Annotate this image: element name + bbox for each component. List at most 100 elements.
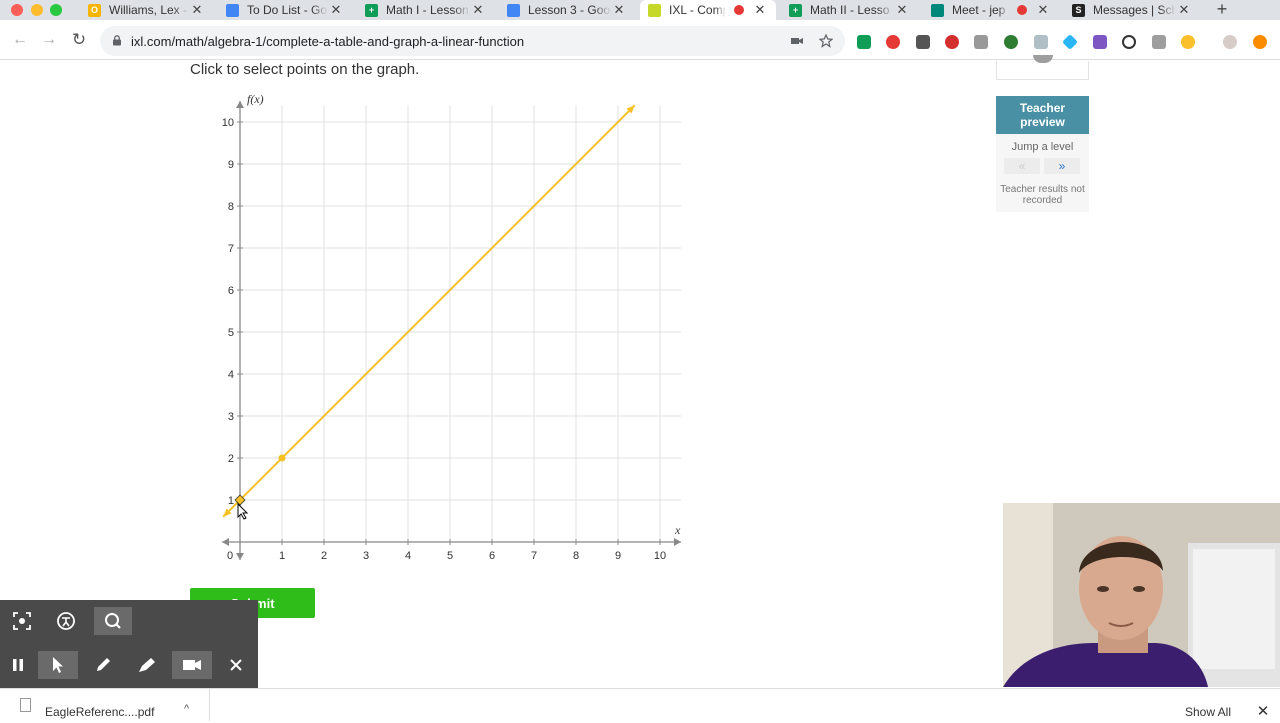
browser-tab[interactable]: To Do List - Goo ✕ bbox=[218, 0, 352, 20]
jump-prev-button[interactable]: « bbox=[1004, 158, 1040, 174]
y-axis-arrow-down-icon bbox=[236, 553, 244, 560]
x-tick-label: 1 bbox=[279, 550, 285, 562]
extension-shield-icon[interactable] bbox=[916, 35, 930, 49]
downloads-close-button[interactable]: ✕ bbox=[1254, 702, 1272, 720]
x-tick-label: 5 bbox=[447, 550, 453, 562]
score-panel-fragment bbox=[996, 55, 1089, 80]
x-tick-label: 8 bbox=[573, 550, 579, 562]
jump-level-label: Jump a level bbox=[1011, 141, 1074, 153]
y-tick-label: 4 bbox=[228, 369, 234, 381]
downloads-divider bbox=[209, 689, 210, 721]
extension-gear-icon[interactable] bbox=[945, 35, 959, 49]
extension-lock-icon[interactable] bbox=[974, 35, 988, 49]
tab-favicon-icon: + bbox=[789, 3, 802, 17]
avatar-icon bbox=[1033, 55, 1053, 63]
extension-screencastify-icon[interactable] bbox=[886, 35, 900, 49]
browser-tab[interactable]: Lesson 3 - Goo ✕ bbox=[499, 0, 635, 20]
tab-close-button[interactable]: ✕ bbox=[752, 2, 768, 18]
graph-point[interactable] bbox=[278, 454, 286, 462]
webcam-image bbox=[1003, 503, 1280, 687]
coordinate-graph[interactable]: 0 1 2 3 4 5 6 7 8 9 10 1 2 3 4 5 6 7 8 9 10 f(x) x bbox=[200, 90, 700, 570]
cursor-icon[interactable] bbox=[38, 651, 78, 679]
y-tick-label: 3 bbox=[228, 411, 234, 423]
window-zoom-button[interactable] bbox=[50, 4, 62, 16]
tab-close-button[interactable]: ✕ bbox=[328, 2, 344, 18]
instruction-text: Click to select points on the graph. bbox=[190, 61, 420, 78]
pdf-file-icon bbox=[20, 698, 31, 712]
x-tick-label: 7 bbox=[531, 550, 537, 562]
browser-toolbar: ← → ↻ ixl.com/math/algebra-1/complete-a-… bbox=[0, 20, 1280, 60]
zoom-icon[interactable] bbox=[94, 607, 132, 635]
x-tick-label: 10 bbox=[654, 550, 666, 562]
chevron-up-icon[interactable]: ^ bbox=[184, 703, 189, 715]
camera-blocked-icon[interactable] bbox=[790, 34, 804, 48]
tab-title: Math II - Lesso bbox=[810, 3, 890, 17]
forward-button[interactable]: → bbox=[39, 30, 59, 50]
y-tick-label: 9 bbox=[228, 159, 234, 171]
tab-title: Math I - Lesson bbox=[386, 3, 469, 17]
chrome-update-icon[interactable] bbox=[1253, 35, 1267, 49]
x-tick-label: 4 bbox=[405, 550, 411, 562]
browser-tab[interactable]: S Messages | Sch ✕ bbox=[1064, 0, 1200, 20]
address-bar[interactable]: ixl.com/math/algebra-1/complete-a-table-… bbox=[100, 26, 845, 56]
profile-avatar-icon[interactable] bbox=[1223, 35, 1237, 49]
reload-button[interactable]: ↻ bbox=[69, 30, 89, 50]
y-tick-label: 8 bbox=[228, 201, 234, 213]
extension-diamond-icon[interactable] bbox=[1062, 34, 1078, 50]
extension-window-icon[interactable] bbox=[1034, 35, 1048, 49]
tab-title: Messages | Sch bbox=[1093, 3, 1176, 17]
window-minimize-button[interactable] bbox=[31, 4, 43, 16]
x-tick-label: 6 bbox=[489, 550, 495, 562]
teacher-preview-button[interactable]: Teacher preview bbox=[996, 96, 1089, 134]
extension-chrome-icon[interactable] bbox=[1181, 35, 1195, 49]
bookmark-star-icon[interactable] bbox=[819, 34, 833, 48]
tab-close-button[interactable]: ✕ bbox=[189, 2, 205, 18]
screenshot-icon[interactable] bbox=[8, 607, 36, 635]
browser-tab[interactable]: + Math I - Lesson ✕ bbox=[357, 0, 494, 20]
extension-puzzle-icon[interactable] bbox=[1093, 35, 1107, 49]
teacher-preview-panel: Jump a level « » Teacher results not rec… bbox=[996, 134, 1089, 212]
tab-close-button[interactable]: ✕ bbox=[894, 2, 910, 18]
tab-close-button[interactable]: ✕ bbox=[1035, 2, 1051, 18]
back-button[interactable]: ← bbox=[10, 30, 30, 50]
extension-refresh-icon[interactable] bbox=[1004, 35, 1018, 49]
tab-close-button[interactable]: ✕ bbox=[611, 2, 627, 18]
x-axis-arrow-icon bbox=[674, 538, 681, 546]
tab-title: Williams, Lex - bbox=[109, 3, 188, 17]
accessibility-icon[interactable] bbox=[52, 607, 80, 635]
tab-close-button[interactable]: ✕ bbox=[1176, 2, 1192, 18]
tab-close-button[interactable]: ✕ bbox=[470, 2, 486, 18]
pen-icon[interactable] bbox=[89, 651, 117, 679]
x-axis-arrow-left-icon bbox=[222, 538, 229, 546]
y-axis-arrow-icon bbox=[236, 101, 244, 108]
tab-favicon-icon: S bbox=[1072, 3, 1085, 17]
tab-favicon-icon: O bbox=[88, 3, 101, 17]
tab-title: To Do List - Goo bbox=[247, 3, 328, 17]
close-icon[interactable] bbox=[222, 651, 250, 679]
tab-favicon-icon: + bbox=[365, 3, 378, 17]
extension-q-icon[interactable] bbox=[1122, 35, 1136, 49]
y-tick-label: 7 bbox=[228, 243, 234, 255]
extension-classroom-icon[interactable] bbox=[857, 35, 871, 49]
url-text: ixl.com/math/algebra-1/complete-a-table-… bbox=[131, 34, 525, 49]
browser-tab[interactable]: O Williams, Lex - ✕ bbox=[80, 0, 213, 20]
highlighter-icon[interactable] bbox=[133, 651, 161, 679]
browser-tab[interactable]: Meet - jep ✕ bbox=[923, 0, 1059, 20]
y-tick-label: 10 bbox=[222, 117, 234, 129]
x-tick-label: 9 bbox=[615, 550, 621, 562]
browser-tab[interactable]: IXL - Compl ✕ bbox=[640, 0, 776, 20]
screen-recorder-toolbar bbox=[0, 600, 258, 688]
download-file-name[interactable]: EagleReferenc....pdf bbox=[45, 705, 154, 719]
new-tab-button[interactable]: + bbox=[1212, 0, 1232, 20]
y-tick-label: 2 bbox=[228, 453, 234, 465]
not-recorded-note: Teacher results not recorded bbox=[1000, 184, 1085, 206]
x-tick-label: 2 bbox=[321, 550, 327, 562]
pause-icon[interactable] bbox=[4, 651, 32, 679]
browser-tab[interactable]: + Math II - Lesso ✕ bbox=[781, 0, 918, 20]
jump-next-button[interactable]: » bbox=[1044, 158, 1080, 174]
extension-grid-icon[interactable] bbox=[1152, 35, 1166, 49]
lock-icon bbox=[113, 35, 121, 46]
window-close-button[interactable] bbox=[11, 4, 23, 16]
camera-icon[interactable] bbox=[172, 651, 212, 679]
tab-favicon-icon bbox=[507, 3, 520, 17]
